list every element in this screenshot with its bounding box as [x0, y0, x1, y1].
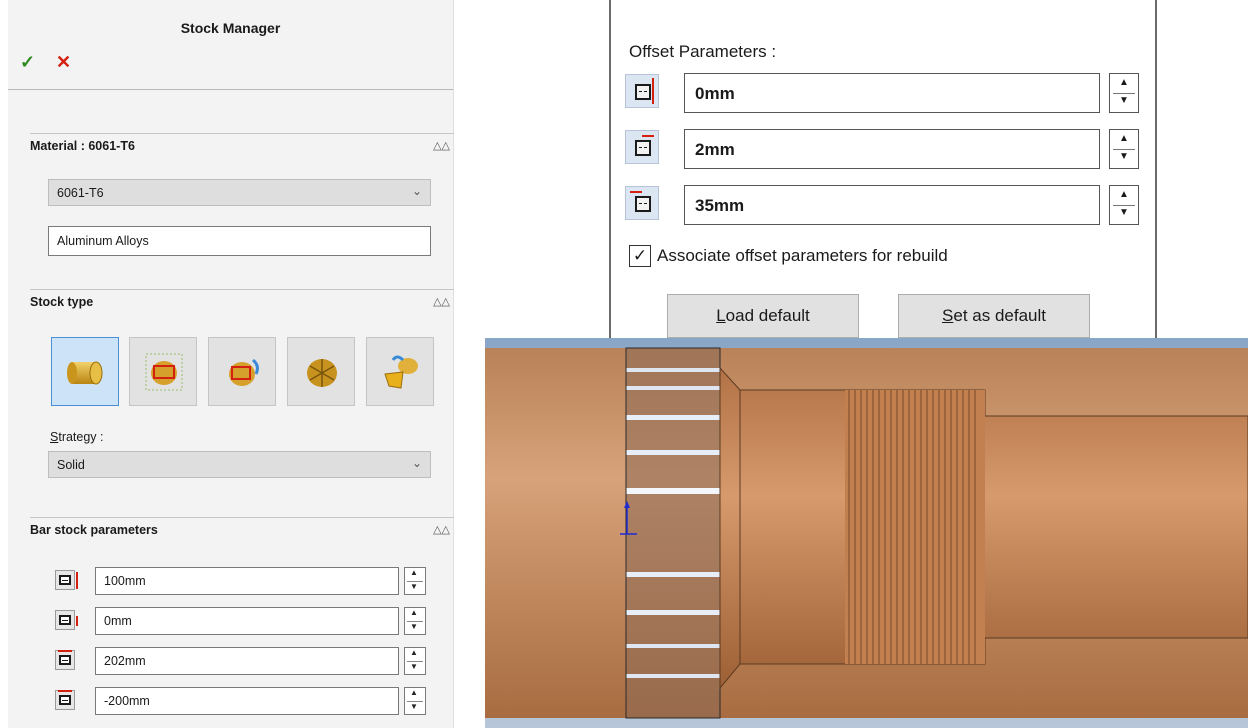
bar-stock-button[interactable]: [51, 337, 119, 406]
part-file-stock-icon: [384, 355, 418, 389]
strategy-label: Strategy :: [50, 430, 104, 444]
bar-stock-section-title: Bar stock parameters: [30, 523, 158, 537]
header-divider: [8, 89, 453, 90]
diameter-icon: [55, 650, 75, 670]
stl-stock-button[interactable]: [287, 337, 355, 406]
bar-param-input-1[interactable]: 100mm: [95, 567, 399, 595]
stock-type-section-title: Stock type: [30, 295, 94, 309]
set-as-default-button[interactable]: Set as default: [898, 294, 1090, 338]
bar-param-spinner-2[interactable]: [404, 607, 426, 635]
thread-region: [845, 390, 985, 664]
associate-checkbox[interactable]: ✓: [629, 245, 651, 267]
cast-stock-icon: [145, 353, 183, 391]
bar-param-spinner-4[interactable]: [404, 687, 426, 715]
material-section-header[interactable]: Material : 6061-T6 △△: [30, 133, 454, 157]
collapse-icon[interactable]: △△: [433, 295, 450, 308]
strategy-select[interactable]: Solid ⌄: [48, 451, 431, 478]
material-select-value: 6061-T6: [57, 186, 104, 200]
offset-spinner-1[interactable]: [1109, 73, 1139, 113]
offset-input-2[interactable]: 2mm: [684, 129, 1100, 169]
offset-parameters-title: Offset Parameters :: [629, 42, 777, 61]
revolve-stock-button[interactable]: [208, 337, 276, 406]
material-section-title: Material : 6061-T6: [30, 139, 135, 153]
offset-input-3[interactable]: 35mm: [684, 185, 1100, 225]
strategy-select-value: Solid: [57, 458, 85, 472]
graphics-viewport[interactable]: [485, 338, 1248, 728]
load-default-button[interactable]: Load default: [667, 294, 859, 338]
stock-model-render: [485, 347, 1248, 719]
start-position-icon: [55, 690, 75, 710]
material-class-field: Aluminum Alloys: [48, 226, 431, 256]
stl-stock-icon: [307, 359, 337, 387]
offset-input-1[interactable]: 0mm: [684, 73, 1100, 113]
revolve-stock-icon: [229, 358, 259, 386]
part-file-stock-button[interactable]: [366, 337, 434, 406]
cylinder-stock-icon: [67, 361, 103, 385]
length-icon: [55, 570, 78, 590]
cast-stock-button[interactable]: [129, 337, 197, 406]
face-offset-icon: [625, 74, 659, 108]
offset-spinner-3[interactable]: [1109, 185, 1139, 225]
panel-title: Stock Manager: [180, 20, 281, 36]
bar-param-spinner-1[interactable]: [404, 567, 426, 595]
collapse-icon[interactable]: △△: [433, 523, 450, 536]
offset-parameters-panel: Offset Parameters : 0mm 2mm 35mm ✓ Assoc…: [609, 0, 1157, 342]
diameter-offset-icon: [625, 130, 659, 164]
chevron-down-icon: ⌄: [411, 184, 422, 198]
length-offset-icon: [625, 186, 659, 220]
chevron-down-icon: ⌄: [411, 456, 422, 470]
bar-param-input-2[interactable]: 0mm: [95, 607, 399, 635]
stock-type-section-header[interactable]: Stock type △△: [30, 289, 454, 313]
offset-icon: [55, 610, 78, 630]
bar-stock-section-header[interactable]: Bar stock parameters △△: [30, 517, 454, 541]
ok-check-icon[interactable]: ✓: [20, 52, 35, 72]
associate-label: Associate offset parameters for rebuild: [657, 246, 948, 265]
offset-spinner-2[interactable]: [1109, 129, 1139, 169]
bar-param-input-4[interactable]: -200mm: [95, 687, 399, 715]
bar-param-input-3[interactable]: 202mm: [95, 647, 399, 675]
bar-param-spinner-3[interactable]: [404, 647, 426, 675]
collapse-icon[interactable]: △△: [433, 139, 450, 152]
material-select[interactable]: 6061-T6 ⌄: [48, 179, 431, 206]
cancel-x-icon[interactable]: ✕: [56, 52, 71, 72]
